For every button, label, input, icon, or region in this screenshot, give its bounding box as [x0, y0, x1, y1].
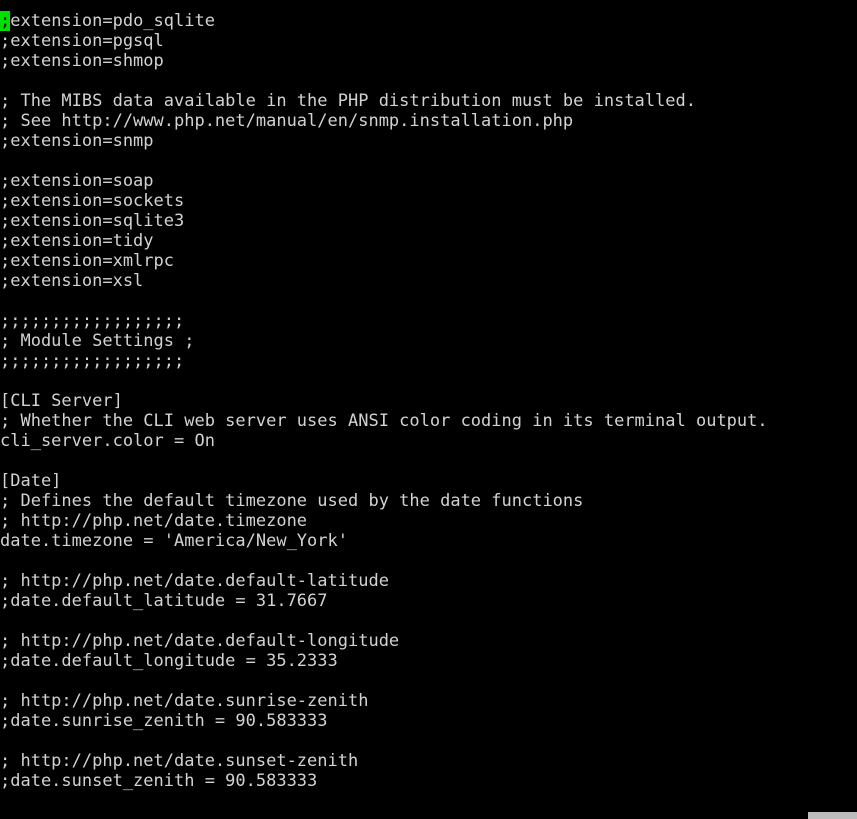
code-line[interactable]: [0, 611, 857, 631]
code-line[interactable]: ;extension=sockets: [0, 191, 857, 211]
code-line[interactable]: [0, 371, 857, 391]
code-line[interactable]: ;date.default_longitude = 35.2333: [0, 651, 857, 671]
code-line[interactable]: ;extension=sqlite3: [0, 211, 857, 231]
code-line-text: extension=pdo_sqlite: [10, 11, 215, 31]
code-line-text: date.timezone = 'America/New_York': [0, 531, 348, 551]
code-line[interactable]: [0, 151, 857, 171]
code-line-text: ; http://php.net/date.timezone: [0, 511, 308, 531]
code-line[interactable]: [CLI Server]: [0, 391, 857, 411]
text-editor-content-area[interactable]: ;extension=pdo_sqlite ;extension=pgsql ;ex…: [0, 0, 857, 812]
code-line[interactable]: ;date.default_latitude = 31.7667: [0, 591, 857, 611]
code-line-text: ; Whether the CLI web server uses ANSI c…: [0, 411, 768, 431]
code-line-text: ;extension=xsl: [0, 271, 144, 291]
code-line[interactable]: ; Whether the CLI web server uses ANSI c…: [0, 411, 857, 431]
code-line-text: ; http://php.net/date.default-latitude: [0, 571, 389, 591]
code-line-text: ; http://php.net/date.default-longitude: [0, 631, 400, 651]
code-line[interactable]: ; http://php.net/date.sunrise-zenith: [0, 691, 857, 711]
code-line[interactable]: ;extension=pgsql: [0, 31, 857, 51]
code-line[interactable]: [0, 671, 857, 691]
code-line[interactable]: date.timezone = 'America/New_York': [0, 531, 857, 551]
code-line-text: ;extension=snmp: [0, 131, 154, 151]
code-line-text: [Date]: [0, 471, 62, 491]
code-line-text: ;date.sunset_zenith = 90.583333: [0, 771, 318, 791]
code-line[interactable]: ; Defines the default timezone used by t…: [0, 491, 857, 511]
terminal-window[interactable]: ;extension=pdo_sqlite ;extension=pgsql ;ex…: [0, 0, 857, 819]
code-line[interactable]: ;extension=tidy: [0, 231, 857, 251]
code-line-text: [CLI Server]: [0, 391, 123, 411]
code-line-text: ;extension=tidy: [0, 231, 154, 251]
code-line-text: ; See http://www.php.net/manual/en/snmp.…: [0, 111, 574, 131]
code-line-text: ;extension=xmlrpc: [0, 251, 174, 271]
code-line[interactable]: ; The MIBS data available in the PHP dis…: [0, 91, 857, 111]
code-line[interactable]: cli_server.color = On: [0, 431, 857, 451]
code-line[interactable]: ;extension=pdo_sqlite: [0, 11, 857, 31]
code-line-text: ;;;;;;;;;;;;;;;;;;: [0, 351, 185, 371]
code-line-text: ;extension=sockets: [0, 191, 185, 211]
horizontal-scrollbar-thumb[interactable]: [808, 812, 857, 819]
code-line[interactable]: [0, 451, 857, 471]
code-line-text: ;extension=sqlite3: [0, 211, 185, 231]
code-line-text: cli_server.color = On: [0, 431, 215, 451]
code-line[interactable]: ;extension=xmlrpc: [0, 251, 857, 271]
code-line[interactable]: [0, 731, 857, 751]
code-line-text: ; Module Settings ;: [0, 331, 195, 351]
code-line[interactable]: [0, 791, 857, 811]
code-line[interactable]: ;date.sunset_zenith = 90.583333: [0, 771, 857, 791]
code-line[interactable]: ;;;;;;;;;;;;;;;;;;: [0, 311, 857, 331]
code-line-text: ; Defines the default timezone used by t…: [0, 491, 584, 511]
code-line[interactable]: ; http://php.net/date.sunset-zenith: [0, 751, 857, 771]
code-line[interactable]: [0, 551, 857, 571]
text-cursor: ;: [0, 11, 11, 31]
code-line[interactable]: [0, 291, 857, 311]
code-line[interactable]: ;extension=snmp: [0, 131, 857, 151]
code-line[interactable]: ; Module Settings ;: [0, 331, 857, 351]
code-line-text: ;date.default_longitude = 35.2333: [0, 651, 338, 671]
code-line-text: ;date.sunrise_zenith = 90.583333: [0, 711, 328, 731]
code-line-text: ; http://php.net/date.sunrise-zenith: [0, 691, 369, 711]
code-line[interactable]: ; http://php.net/date.default-longitude: [0, 631, 857, 651]
code-line[interactable]: ;extension=xsl: [0, 271, 857, 291]
code-line[interactable]: ; See http://www.php.net/manual/en/snmp.…: [0, 111, 857, 131]
code-line[interactable]: ;;;;;;;;;;;;;;;;;;: [0, 351, 857, 371]
code-line-text: ; The MIBS data available in the PHP dis…: [0, 91, 696, 111]
code-line[interactable]: ; http://php.net/date.timezone: [0, 511, 857, 531]
code-line[interactable]: ; http://php.net/date.default-latitude: [0, 571, 857, 591]
code-line[interactable]: ;date.sunrise_zenith = 90.583333: [0, 711, 857, 731]
code-line-text: ;extension=soap: [0, 171, 154, 191]
code-line-text: ;date.default_latitude = 31.7667: [0, 591, 328, 611]
code-line-text: ; http://php.net/date.sunset-zenith: [0, 751, 359, 771]
code-line-text: ;;;;;;;;;;;;;;;;;;: [0, 311, 185, 331]
horizontal-scrollbar-track[interactable]: [0, 812, 857, 819]
code-line[interactable]: [0, 71, 857, 91]
code-line[interactable]: ;extension=soap: [0, 171, 857, 191]
code-line-text: ;extension=pgsql: [0, 31, 164, 51]
code-line[interactable]: [Date]: [0, 471, 857, 491]
code-line[interactable]: ;extension=shmop: [0, 51, 857, 71]
code-line-text: ;extension=shmop: [0, 51, 164, 71]
